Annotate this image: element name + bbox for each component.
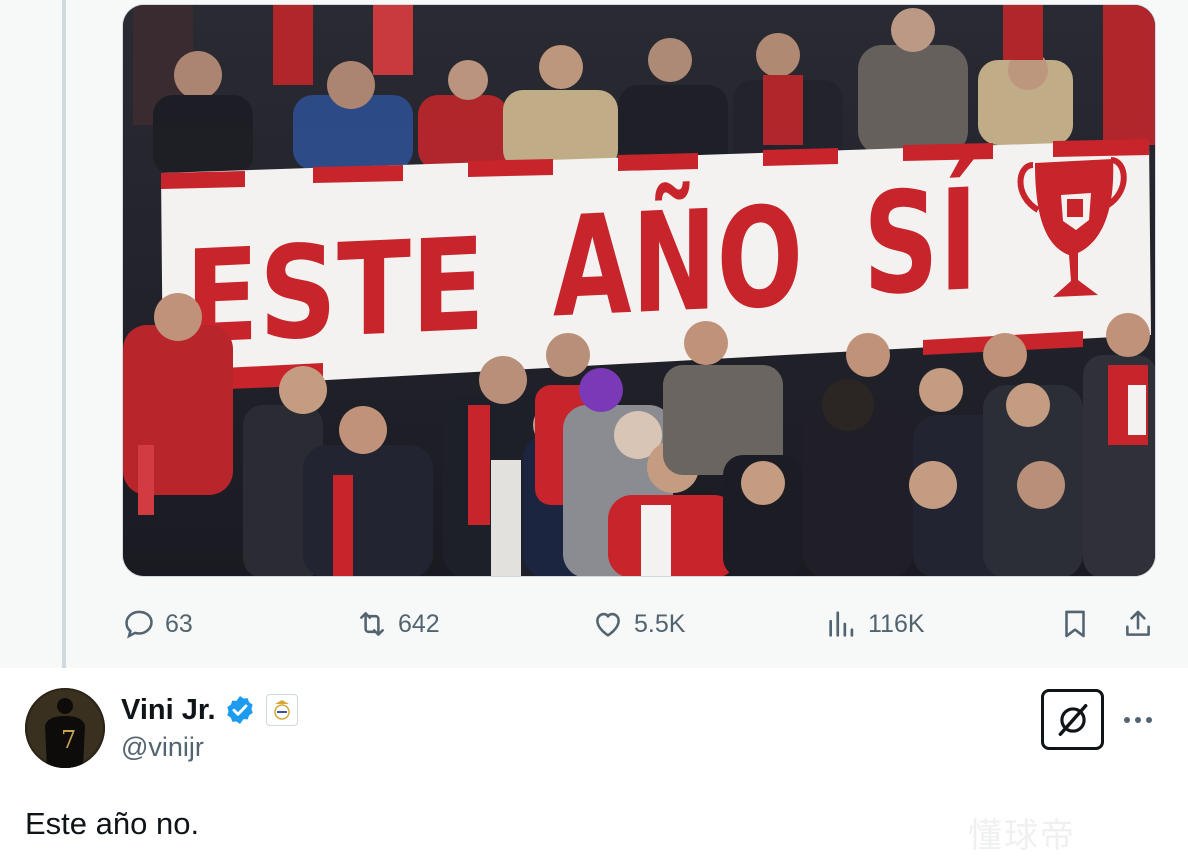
svg-text:7: 7 <box>61 726 76 754</box>
player-silhouette-avatar: 7 <box>25 688 105 768</box>
bookmark-icon <box>1065 610 1085 638</box>
repost-count: 642 <box>398 609 440 638</box>
verified-badge-icon <box>226 696 253 724</box>
grok-icon <box>1058 703 1087 736</box>
reply-button[interactable]: 63 <box>122 600 193 648</box>
banner-word-3: SÍ <box>863 157 978 327</box>
grok-button[interactable] <box>1041 689 1104 750</box>
view-count: 116K <box>868 609 925 638</box>
avatar[interactable]: 7 <box>25 688 105 768</box>
reply-count: 63 <box>165 609 193 638</box>
crowd-bottom <box>123 293 1155 576</box>
more-dots-icon <box>1124 717 1152 723</box>
post-image[interactable]: ESTE AÑO SÍ <box>122 4 1156 577</box>
author-row: Vini Jr. <box>121 690 298 730</box>
author-handle[interactable]: @vinijr <box>121 732 204 763</box>
share-icon <box>1126 610 1150 636</box>
views-chart-icon <box>829 611 854 637</box>
more-options-button[interactable] <box>1118 700 1158 740</box>
banner-word-2: AÑO <box>553 176 803 348</box>
views-button[interactable]: 116K <box>825 600 925 648</box>
heart-icon <box>596 612 620 637</box>
bookmark-button[interactable] <box>1058 600 1092 648</box>
share-button[interactable] <box>1121 600 1155 648</box>
post-action-bar: 63 642 5.5K 116K <box>0 600 1188 648</box>
author-display-name[interactable]: Vini Jr. <box>121 694 216 727</box>
thread-connector-line <box>62 0 66 680</box>
repost-icon <box>360 612 384 636</box>
like-count: 5.5K <box>634 609 686 638</box>
like-button[interactable]: 5.5K <box>591 600 685 648</box>
reply-icon <box>125 610 153 639</box>
repost-button[interactable]: 642 <box>355 600 440 648</box>
reply-text: Este año no. <box>25 806 200 841</box>
watermark-text: 懂球帝 <box>968 817 1076 855</box>
real-madrid-crest-icon[interactable] <box>265 694 298 726</box>
fans-banner-photo: ESTE AÑO SÍ <box>123 5 1155 576</box>
